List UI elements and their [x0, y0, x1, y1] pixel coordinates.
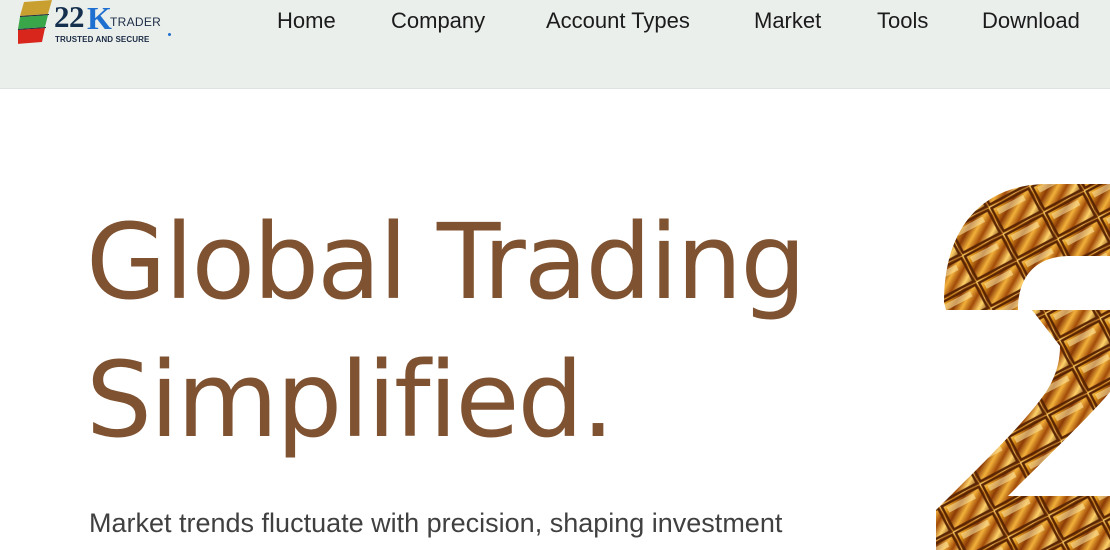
nav-account-types[interactable]: Account Types: [546, 7, 690, 35]
hero-title: Global Trading Simplified.: [86, 193, 806, 469]
gold-bars-22-graphic: [936, 184, 1110, 550]
hero-title-line-2: Simplified.: [86, 339, 615, 461]
hero-subtitle: Market trends fluctuate with precision, …: [89, 508, 783, 538]
nav-market[interactable]: Market: [754, 7, 821, 35]
nav-company[interactable]: Company: [391, 7, 485, 35]
site-header: 22 K TRADER TRUSTED AND SECURE Home Comp…: [0, 0, 1110, 89]
nav-home[interactable]: Home: [277, 7, 336, 35]
hero-title-line-1: Global Trading: [86, 201, 806, 323]
nav-tools[interactable]: Tools: [877, 7, 928, 35]
logo-number: 22: [54, 0, 85, 34]
brand-logo[interactable]: 22 K TRADER TRUSTED AND SECURE: [18, 0, 178, 50]
logo-letter: K: [87, 0, 112, 36]
logo-tagline: TRUSTED AND SECURE: [55, 35, 150, 44]
logo-dot: [168, 33, 171, 36]
nav-download[interactable]: Download: [982, 7, 1080, 35]
logo-word: TRADER: [110, 15, 162, 29]
